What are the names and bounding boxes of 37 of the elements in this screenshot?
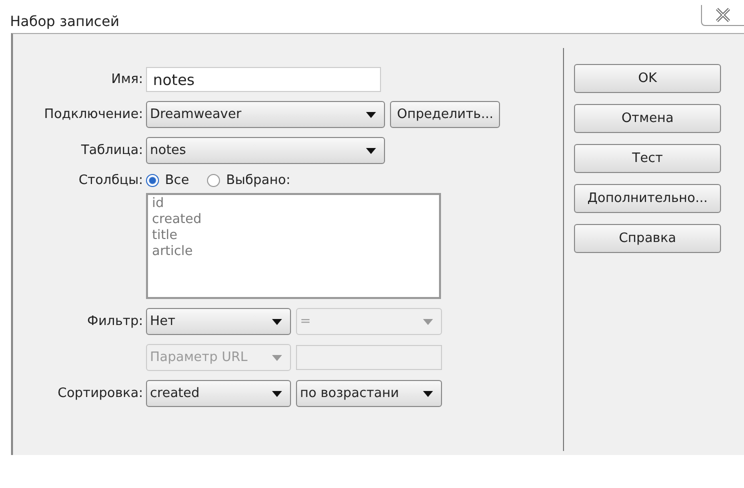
caret-icon: [272, 390, 282, 396]
field-label: Подключение:: [44, 107, 143, 122]
caret-icon: [366, 112, 376, 118]
dropdown[interactable]: по возрастани: [296, 380, 442, 407]
list-item[interactable]: id: [152, 196, 164, 212]
field-label: Столбцы:: [78, 173, 143, 188]
radio-label: Все: [165, 173, 190, 188]
field-label: Имя:: [111, 72, 143, 87]
list-item[interactable]: created: [152, 212, 202, 228]
window-title: Набор записей: [10, 14, 120, 30]
dropdown[interactable]: Нет: [146, 308, 291, 335]
dropdown[interactable]: created: [146, 380, 291, 407]
field-label: Таблица:: [81, 143, 143, 158]
text-field[interactable]: notes: [146, 67, 381, 92]
list-item[interactable]: article: [152, 244, 193, 260]
caret-icon: [423, 390, 433, 396]
radio-label: Выбрано:: [226, 173, 290, 188]
radio-button[interactable]: [207, 174, 220, 187]
dialog-button[interactable]: Отмена: [574, 104, 721, 133]
define-button[interactable]: Определить...: [390, 101, 500, 128]
caret-icon: [272, 318, 282, 324]
caret-icon: [423, 318, 433, 324]
dropdown[interactable]: Dreamweaver: [146, 101, 385, 128]
dialog-button[interactable]: OK: [574, 64, 721, 93]
dialog-button[interactable]: Справка: [574, 224, 721, 253]
column-list[interactable]: id created title article: [146, 193, 441, 299]
caret-icon: [366, 148, 376, 154]
dropdown[interactable]: notes: [146, 137, 385, 164]
caret-icon: [272, 354, 282, 360]
list-item[interactable]: title: [152, 228, 178, 244]
dialog-button[interactable]: Дополнительно...: [574, 184, 721, 213]
field-label: Сортировка:: [58, 386, 143, 401]
dialog-button[interactable]: Тест: [574, 144, 721, 173]
close-icon: [715, 8, 731, 22]
field-label: Фильтр:: [87, 314, 143, 329]
radio-button[interactable]: [146, 174, 159, 187]
close-button[interactable]: [701, 5, 744, 26]
